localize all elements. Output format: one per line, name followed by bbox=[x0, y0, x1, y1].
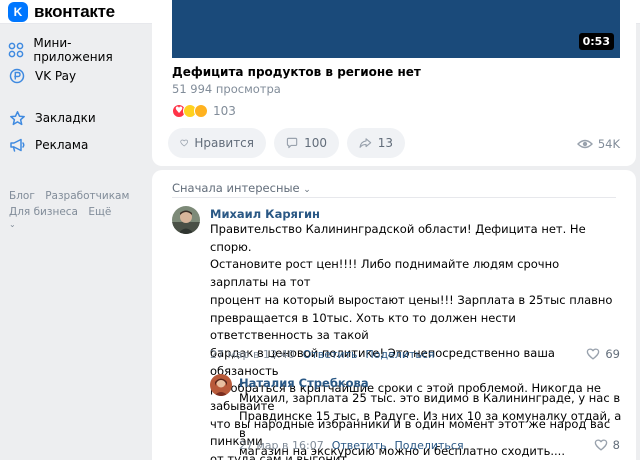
sidebar-footer-links-2: Для бизнеса Ещё ⌄ bbox=[9, 206, 140, 230]
eye-icon bbox=[576, 139, 593, 149]
sidebar-item-ads[interactable]: Реклама bbox=[8, 135, 88, 155]
share-link[interactable]: Поделиться bbox=[365, 348, 434, 361]
comment-meta: 27 мар в 13:40 Ответить Поделиться bbox=[210, 348, 435, 361]
sidebar-item-label: Реклама bbox=[35, 138, 89, 152]
shares-count: 13 bbox=[377, 136, 393, 150]
video-views: 51 994 просмотра bbox=[172, 82, 281, 96]
comments-count: 100 bbox=[304, 136, 327, 150]
reactions-count: 103 bbox=[213, 104, 236, 118]
avatar[interactable] bbox=[210, 374, 232, 396]
share-icon bbox=[359, 138, 372, 148]
megaphone-icon bbox=[8, 136, 26, 154]
vk-logo[interactable]: K вконтакте bbox=[8, 0, 115, 24]
sidebar-item-bookmarks[interactable]: Закладки bbox=[8, 108, 96, 128]
comment-likes-count: 69 bbox=[605, 347, 620, 361]
footer-link-more-label: Ещё bbox=[88, 206, 112, 218]
like-label: Нравится bbox=[194, 136, 254, 150]
sidebar-item-label: VK Pay bbox=[35, 69, 77, 83]
comment-author[interactable]: Михаил Карягин bbox=[210, 207, 320, 221]
comments-section: Сначала интересные ⌄ Михаил Карягин Прав… bbox=[152, 170, 636, 460]
comment-likes-count: 8 bbox=[612, 438, 620, 452]
heart-icon bbox=[594, 439, 607, 451]
sidebar-footer-links: Блог Разработчикам bbox=[9, 190, 136, 202]
video-player[interactable]: 0:53 bbox=[172, 0, 620, 58]
reactions-summary[interactable]: ♥ 103 bbox=[172, 104, 236, 118]
avatar[interactable] bbox=[172, 206, 200, 234]
video-duration: 0:53 bbox=[578, 33, 614, 50]
star-icon bbox=[8, 109, 26, 127]
comment-like-button[interactable]: 8 bbox=[594, 438, 620, 452]
reply-link[interactable]: Ответить bbox=[332, 439, 387, 452]
sidebar-item-mini-apps[interactable]: Мини-приложения bbox=[8, 36, 140, 64]
video-title[interactable]: Дефицита продуктов в регионе нет bbox=[172, 65, 421, 79]
views-counter: 54K bbox=[576, 137, 620, 151]
footer-link-business[interactable]: Для бизнеса bbox=[9, 206, 78, 218]
comments-sort-dropdown[interactable]: Сначала интересные ⌄ bbox=[172, 181, 311, 195]
comment-meta: 27 мар в 16:07 Ответить Поделиться bbox=[239, 439, 464, 452]
chevron-down-icon: ⌄ bbox=[9, 220, 16, 229]
comment-author[interactable]: Наталия Стребкова bbox=[239, 376, 369, 390]
views-count: 54K bbox=[597, 137, 620, 151]
logo-text: вконтакте bbox=[34, 2, 115, 21]
chevron-down-icon: ⌄ bbox=[303, 185, 311, 195]
sort-label: Сначала интересные bbox=[172, 181, 300, 195]
reply-link[interactable]: Ответить bbox=[303, 348, 358, 361]
post-card: 0:53 Дефицита продуктов в регионе нет 51… bbox=[152, 0, 636, 166]
comment-icon bbox=[286, 137, 298, 149]
love-reaction-icon bbox=[194, 104, 208, 118]
heart-icon bbox=[180, 139, 189, 147]
comments-button[interactable]: 100 bbox=[274, 128, 339, 158]
sidebar-item-vkpay[interactable]: VK Pay bbox=[8, 66, 76, 86]
vk-logo-icon: K bbox=[8, 2, 28, 22]
like-button[interactable]: Нравится bbox=[168, 128, 266, 158]
comment-date[interactable]: 27 мар в 13:40 bbox=[210, 348, 295, 361]
footer-link-developers[interactable]: Разработчикам bbox=[45, 190, 129, 202]
share-button[interactable]: 13 bbox=[347, 128, 405, 158]
sidebar-item-label: Мини-приложения bbox=[33, 36, 113, 64]
sidebar-item-label: Закладки bbox=[35, 111, 96, 125]
apps-icon bbox=[8, 41, 24, 59]
footer-link-blog[interactable]: Блог bbox=[9, 190, 35, 202]
comment-date[interactable]: 27 мар в 16:07 bbox=[239, 439, 324, 452]
share-link[interactable]: Поделиться bbox=[394, 439, 463, 452]
comment-like-button[interactable]: 69 bbox=[586, 347, 620, 361]
heart-icon bbox=[587, 348, 600, 360]
vkpay-icon bbox=[8, 67, 26, 85]
divider bbox=[172, 197, 616, 198]
